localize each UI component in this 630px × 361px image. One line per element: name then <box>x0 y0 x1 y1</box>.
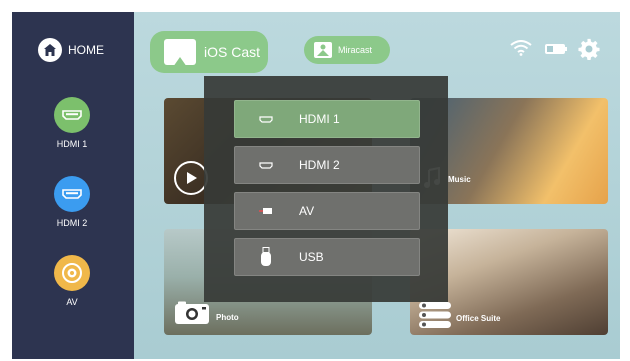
hdmi-icon <box>235 161 297 169</box>
home-button[interactable]: HOME <box>38 38 104 62</box>
sidebar-item-label: HDMI 2 <box>56 218 88 228</box>
office-suite-label: Office Suite <box>456 314 501 323</box>
source-option-av[interactable]: AV <box>234 192 420 230</box>
projector-screen: HOME HDMI 1 HDMI 2 AV iOS Cast Miracast … <box>12 12 620 359</box>
sidebar-item-hdmi2[interactable]: HDMI 2 <box>32 176 112 228</box>
gear-icon[interactable] <box>578 38 600 60</box>
sidebar-item-label: HDMI 1 <box>56 139 88 149</box>
document-list-icon <box>418 301 452 334</box>
source-option-label: USB <box>299 250 324 264</box>
screen-cast-icon <box>164 39 196 67</box>
sidebar-item-hdmi1[interactable]: HDMI 1 <box>32 97 112 149</box>
play-icon <box>174 161 208 195</box>
miracast-icon <box>314 42 332 58</box>
source-option-label: HDMI 2 <box>299 158 340 172</box>
sidebar: HOME HDMI 1 HDMI 2 AV <box>12 12 134 359</box>
ios-cast-button[interactable]: iOS Cast <box>150 31 268 73</box>
home-icon <box>38 38 62 62</box>
miracast-label: Miracast <box>338 45 373 55</box>
music-label: Music <box>448 175 471 184</box>
hdmi-icon <box>54 97 90 133</box>
storage-icon <box>544 42 568 56</box>
miracast-button[interactable]: Miracast <box>304 36 390 64</box>
hdmi-icon <box>54 176 90 212</box>
main-area: iOS Cast Miracast Music Photo Office Sui… <box>134 12 620 359</box>
sidebar-item-label: AV <box>66 297 78 307</box>
av-icon <box>235 207 297 215</box>
source-option-hdmi2[interactable]: HDMI 2 <box>234 146 420 184</box>
camera-icon <box>174 301 210 330</box>
hdmi-icon <box>235 115 297 123</box>
photo-label: Photo <box>216 313 239 322</box>
source-option-hdmi1[interactable]: HDMI 1 <box>234 100 420 138</box>
sidebar-item-av[interactable]: AV <box>32 255 112 307</box>
source-option-label: AV <box>299 204 315 218</box>
wifi-icon <box>510 40 532 56</box>
usb-icon <box>235 247 297 267</box>
source-option-usb[interactable]: USB <box>234 238 420 276</box>
ios-cast-label: iOS Cast <box>204 44 261 60</box>
source-select-menu: HDMI 1 HDMI 2 AV USB <box>204 76 448 302</box>
source-option-label: HDMI 1 <box>299 112 340 126</box>
av-icon <box>54 255 90 291</box>
home-label: HOME <box>68 43 104 57</box>
